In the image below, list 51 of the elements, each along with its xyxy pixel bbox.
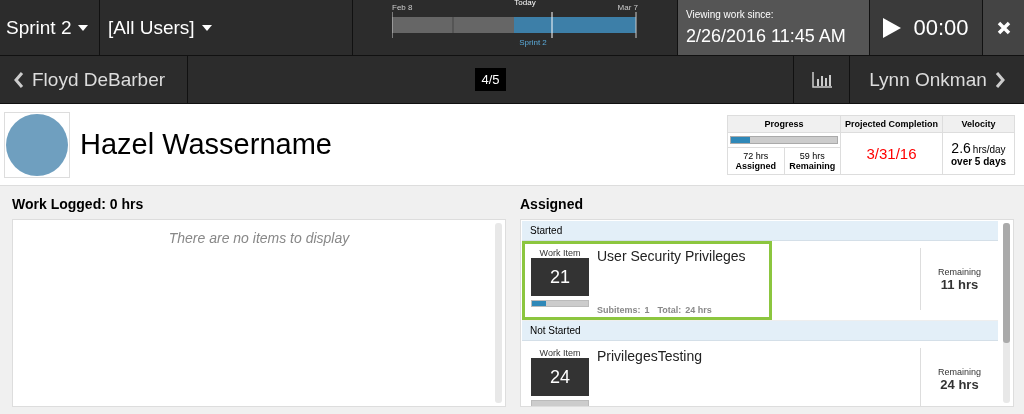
- avatar-placeholder: [6, 113, 68, 176]
- group-header: Started: [522, 221, 998, 241]
- completion-date: 3/31/16: [866, 144, 917, 162]
- remaining-hours: 59 hrs: [799, 150, 825, 161]
- velocity-period: over 5 days: [950, 155, 1006, 167]
- velocity-value: 2.6: [951, 139, 971, 156]
- assigned-hours: 72 hrs: [743, 150, 769, 161]
- assigned-label: Assigned: [735, 160, 776, 171]
- remaining-hours: 11 hrs: [940, 276, 979, 292]
- section-title: Work Logged: 0 hrs: [12, 196, 145, 212]
- column-header: Velocity: [943, 115, 1014, 133]
- column-header: Progress: [728, 115, 840, 133]
- section-title: Assigned: [520, 196, 584, 212]
- caret-icon: [201, 24, 212, 31]
- timeline-today-label: Today: [514, 0, 536, 6]
- remaining-hours: 24 hrs: [940, 376, 979, 392]
- subitems-label: Subitems:: [597, 305, 641, 315]
- play-icon: [883, 17, 902, 38]
- remaining-label: Remaining: [789, 160, 836, 171]
- empty-message: There are no items to display: [168, 230, 350, 248]
- timer-button[interactable]: 00:00: [870, 0, 983, 55]
- timeline-end-label: Mar 7: [617, 4, 638, 12]
- close-icon: [996, 20, 1011, 35]
- work-item-number: 24: [531, 358, 589, 396]
- work-item-label: Work Item: [539, 248, 581, 258]
- remaining-label: Remaining: [938, 266, 981, 277]
- work-item-card[interactable]: Work Item 21 User Security Privileges Subitems: 1 Total: 24 hrs: [522, 241, 772, 320]
- velocity-unit: hrs/day: [972, 143, 1006, 155]
- bar-chart-icon: [811, 71, 832, 88]
- total-hours: 24 hrs: [685, 305, 712, 315]
- work-item-label: Work Item: [539, 348, 581, 358]
- remaining-label: Remaining: [938, 366, 981, 377]
- group-header: Not Started: [522, 321, 998, 341]
- item-progress-track: [531, 400, 589, 406]
- viewing-label: Viewing work since:: [686, 8, 775, 20]
- user-name: Hazel Wassername: [80, 128, 333, 161]
- work-item-title: PrivilegesTesting: [597, 348, 703, 364]
- column-header: Projected Completion: [841, 115, 942, 133]
- chart-button[interactable]: [793, 56, 850, 103]
- close-button[interactable]: [983, 0, 1024, 55]
- chevron-left-icon: [14, 71, 24, 88]
- timeline-start-label: Feb 8: [392, 4, 413, 12]
- page-counter: 4/5: [475, 68, 506, 91]
- total-label: Total:: [657, 305, 682, 315]
- work-item-number: 21: [531, 258, 589, 296]
- viewing-date: 2/26/2016 11:45 AM: [686, 25, 846, 47]
- timeline-sprint-label: Sprint 2: [519, 38, 547, 48]
- subitems-count: 1: [644, 305, 650, 315]
- caret-icon: [78, 24, 89, 31]
- work-item-title: User Security Privileges: [597, 248, 746, 264]
- chevron-right-icon: [994, 71, 1005, 88]
